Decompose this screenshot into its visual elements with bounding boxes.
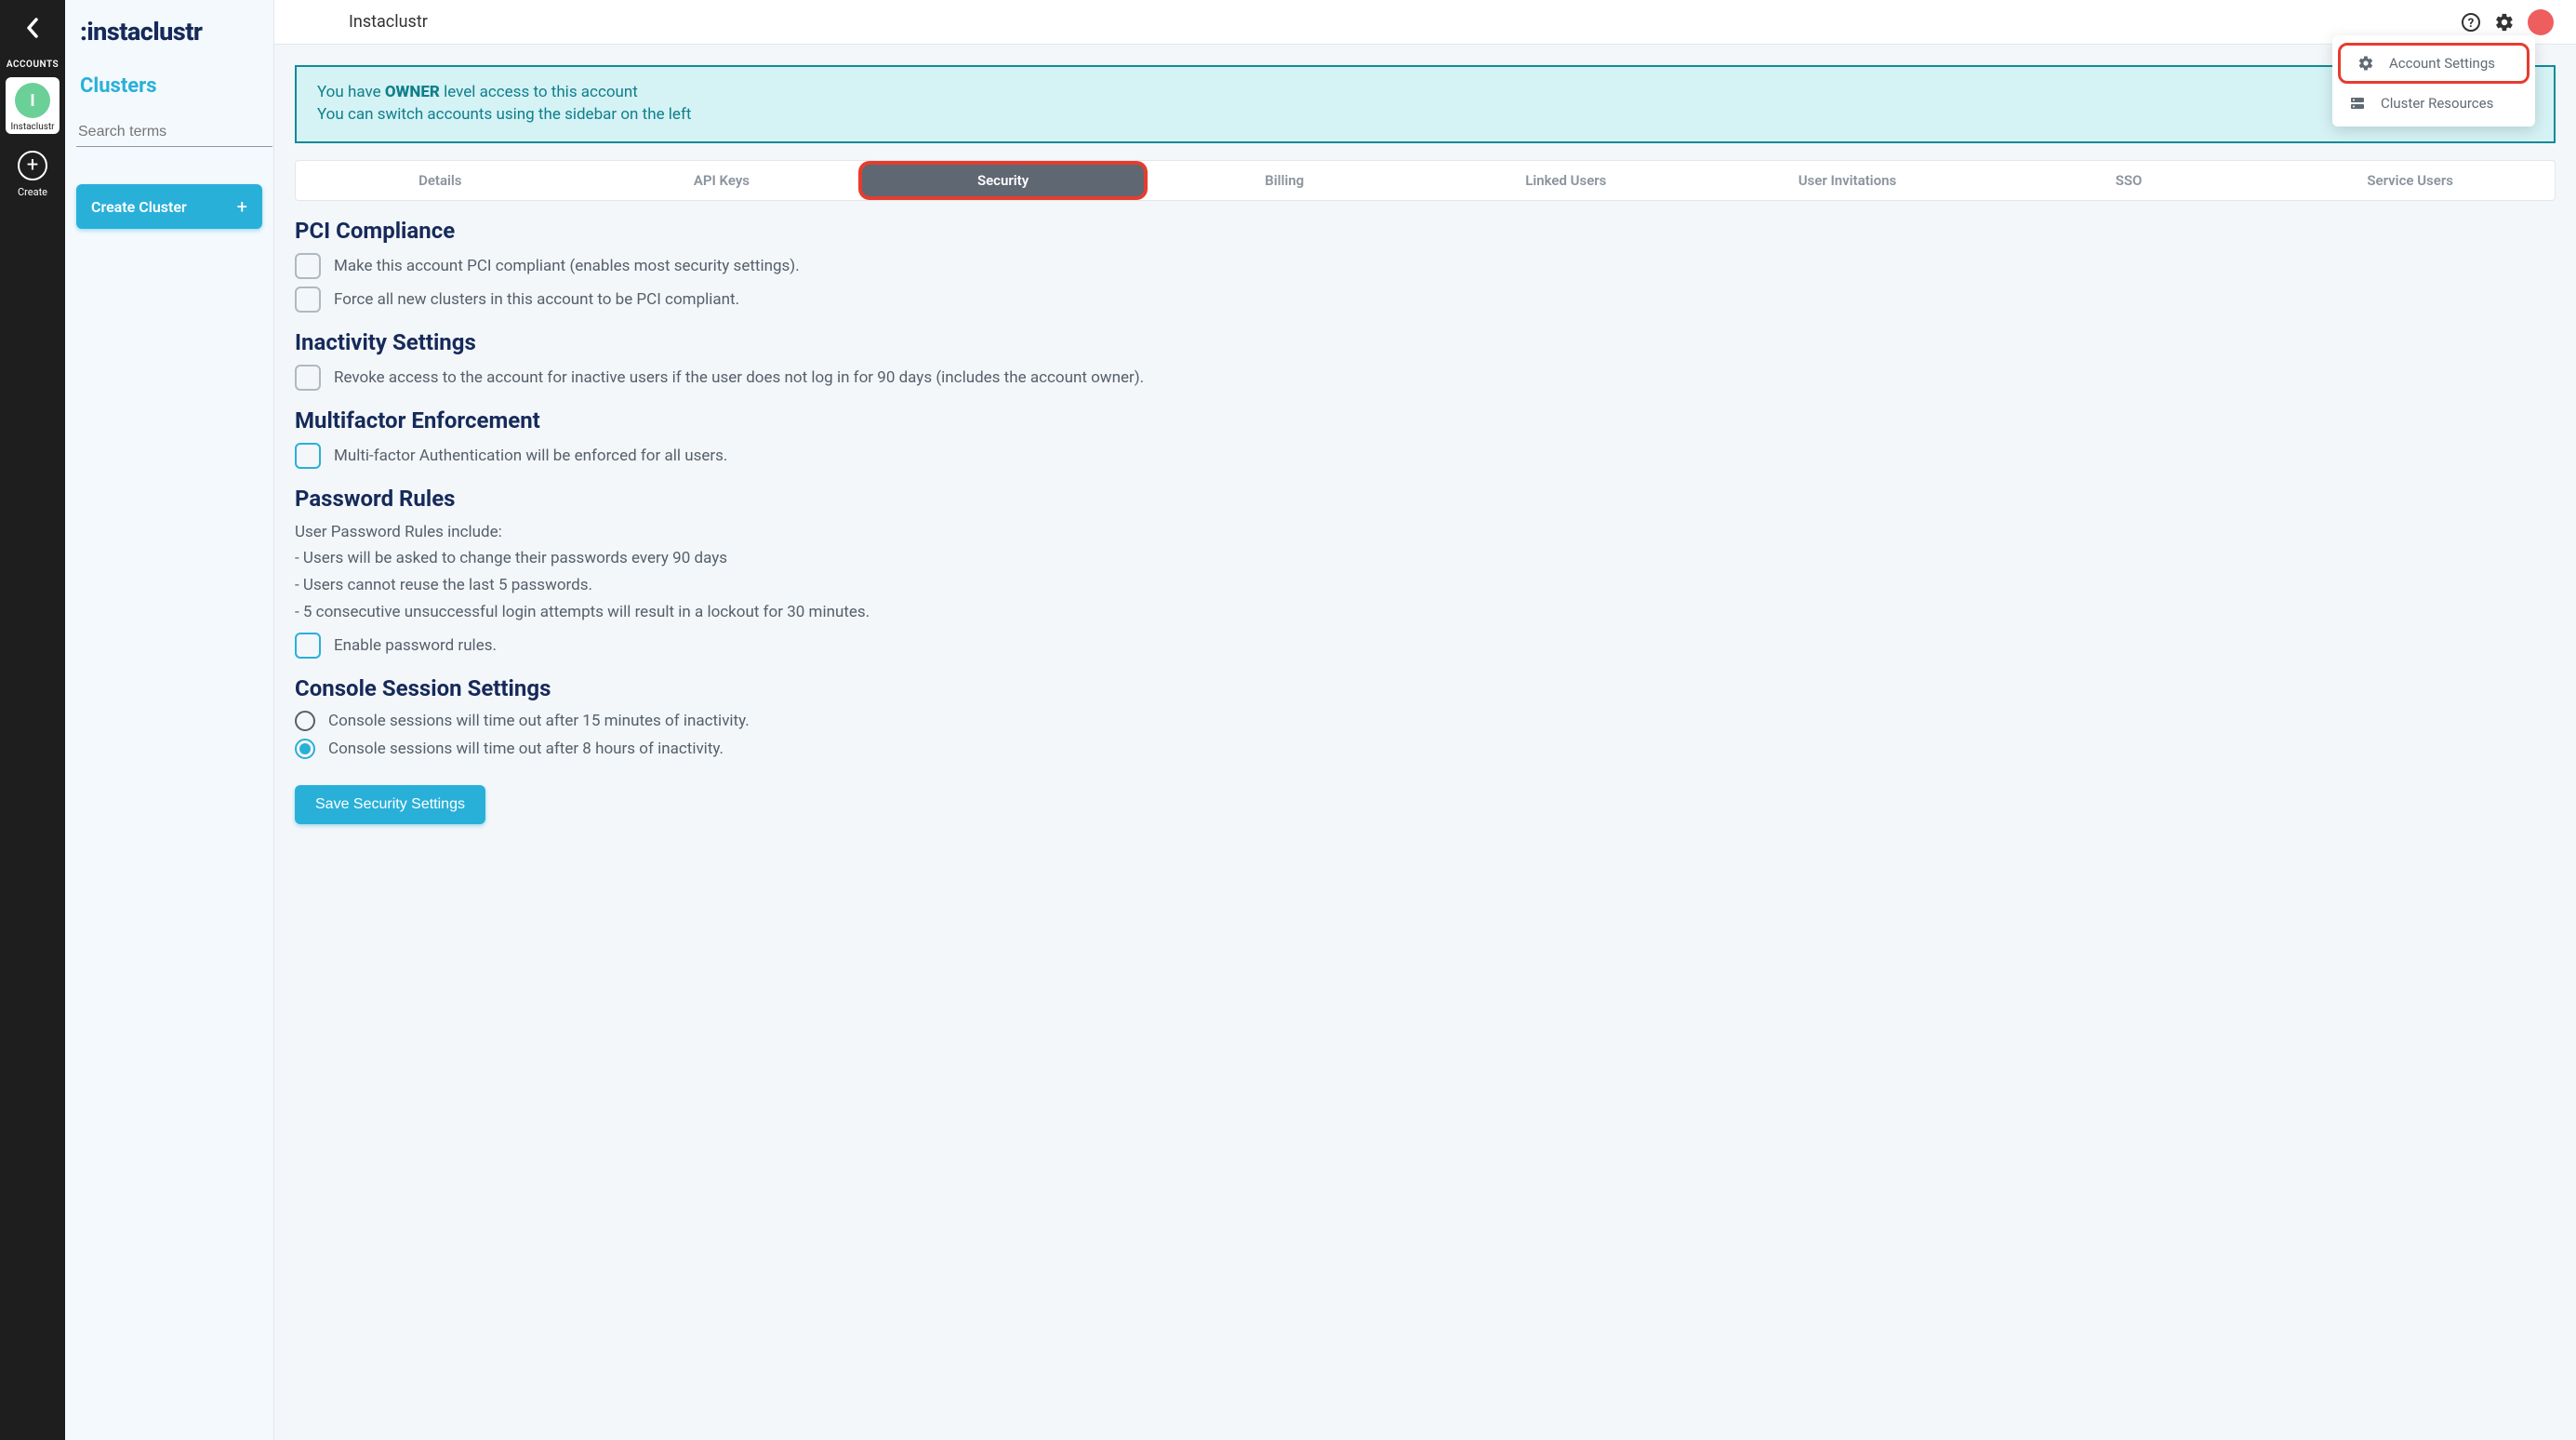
section-inactivity: Inactivity Settings Revoke access to the… [295, 329, 2556, 391]
settings-dropdown: Account Settings Cluster Resources [2332, 35, 2535, 127]
radio-session-15min[interactable] [295, 711, 315, 731]
save-security-button[interactable]: Save Security Settings [295, 785, 485, 824]
create-button[interactable]: + Create [18, 151, 47, 198]
left-rail: ACCOUNTS I Instaclustr + Create [0, 0, 65, 1440]
dropdown-item-cluster-resources[interactable]: Cluster Resources [2332, 86, 2535, 121]
tab-billing[interactable]: Billing [1144, 165, 1426, 196]
banner-text: You can switch accounts using the sideba… [317, 104, 2533, 127]
search-input[interactable] [76, 118, 272, 147]
checkbox-revoke-inactive[interactable] [295, 365, 321, 391]
tab-api-keys[interactable]: API Keys [581, 165, 863, 196]
dropdown-item-label: Account Settings [2389, 55, 2495, 72]
brand-text: instaclustr [86, 17, 202, 47]
section-mfa: Multifactor Enforcement Multi-factor Aut… [295, 407, 2556, 469]
page-title: Instaclustr [349, 12, 428, 32]
topbar: Instaclustr ? [274, 0, 2576, 45]
account-selector[interactable]: I Instaclustr [6, 77, 60, 134]
password-rule: - 5 consecutive unsuccessful login attem… [295, 601, 2556, 624]
section-heading: Console Session Settings [295, 675, 2556, 701]
tab-details[interactable]: Details [299, 165, 581, 196]
password-intro: User Password Rules include: [295, 521, 2556, 544]
checkbox-label: Make this account PCI compliant (enables… [334, 257, 800, 275]
section-console: Console Session Settings Console session… [295, 675, 2556, 759]
gear-icon[interactable] [2494, 12, 2515, 33]
checkbox-enable-password-rules[interactable] [295, 633, 321, 659]
password-rule: - Users will be asked to change their pa… [295, 547, 2556, 570]
section-heading: PCI Compliance [295, 218, 2556, 244]
section-password: Password Rules User Password Rules inclu… [295, 486, 2556, 660]
search-row [76, 118, 262, 147]
section-heading: Inactivity Settings [295, 329, 2556, 355]
dropdown-item-account-settings[interactable]: Account Settings [2338, 43, 2530, 84]
tabs: Details API Keys Security Billing Linked… [295, 160, 2556, 201]
banner-text: You have [317, 83, 385, 101]
access-banner: You have OWNER level access to this acco… [295, 65, 2556, 143]
accounts-label: ACCOUNTS [7, 60, 59, 70]
create-cluster-label: Create Cluster [91, 198, 187, 216]
checkbox-label: Force all new clusters in this account t… [334, 290, 739, 309]
svg-text:?: ? [2468, 17, 2474, 31]
section-heading: Password Rules [295, 486, 2556, 512]
plus-circle-icon: + [18, 151, 47, 180]
checkbox-force-pci[interactable] [295, 287, 321, 313]
radio-label: Console sessions will time out after 8 h… [328, 740, 724, 758]
checkbox-label: Multi-factor Authentication will be enfo… [334, 447, 727, 465]
tab-user-invitations[interactable]: User Invitations [1706, 165, 1988, 196]
dropdown-item-label: Cluster Resources [2381, 95, 2493, 112]
content: You have OWNER level access to this acco… [274, 45, 2576, 861]
checkbox-label: Revoke access to the account for inactiv… [334, 368, 1144, 387]
create-cluster-button[interactable]: Create Cluster + [76, 184, 262, 229]
password-rule: - Users cannot reuse the last 5 password… [295, 574, 2556, 597]
account-name: Instaclustr [10, 122, 54, 132]
account-avatar: I [15, 83, 50, 118]
sidebar: :instaclustr Clusters Create Cluster + [65, 0, 274, 1440]
checkbox-pci-compliant[interactable] [295, 253, 321, 279]
checkbox-label: Enable password rules. [334, 636, 497, 655]
banner-text: level access to this account [440, 83, 638, 101]
tab-security[interactable]: Security [862, 165, 1144, 196]
create-label: Create [18, 186, 47, 198]
plus-icon: + [237, 195, 247, 218]
brand-logo: :instaclustr [76, 17, 262, 47]
section-pci: PCI Compliance Make this account PCI com… [295, 218, 2556, 313]
tab-service-users[interactable]: Service Users [2269, 165, 2551, 196]
radio-label: Console sessions will time out after 15 … [328, 712, 750, 730]
resources-icon [2349, 95, 2366, 112]
tab-linked-users[interactable]: Linked Users [1426, 165, 1707, 196]
checkbox-mfa-enforce[interactable] [295, 443, 321, 469]
radio-session-8hr[interactable] [295, 739, 315, 759]
sidebar-heading: Clusters [76, 74, 262, 98]
section-heading: Multifactor Enforcement [295, 407, 2556, 433]
banner-role: OWNER [385, 83, 440, 101]
help-icon[interactable]: ? [2461, 12, 2481, 33]
back-icon[interactable] [23, 17, 42, 39]
main: Instaclustr ? Account Settings Cluster R… [274, 0, 2576, 1440]
tab-sso[interactable]: SSO [1988, 165, 2270, 196]
user-avatar[interactable] [2528, 9, 2554, 35]
gear-icon [2357, 55, 2374, 72]
